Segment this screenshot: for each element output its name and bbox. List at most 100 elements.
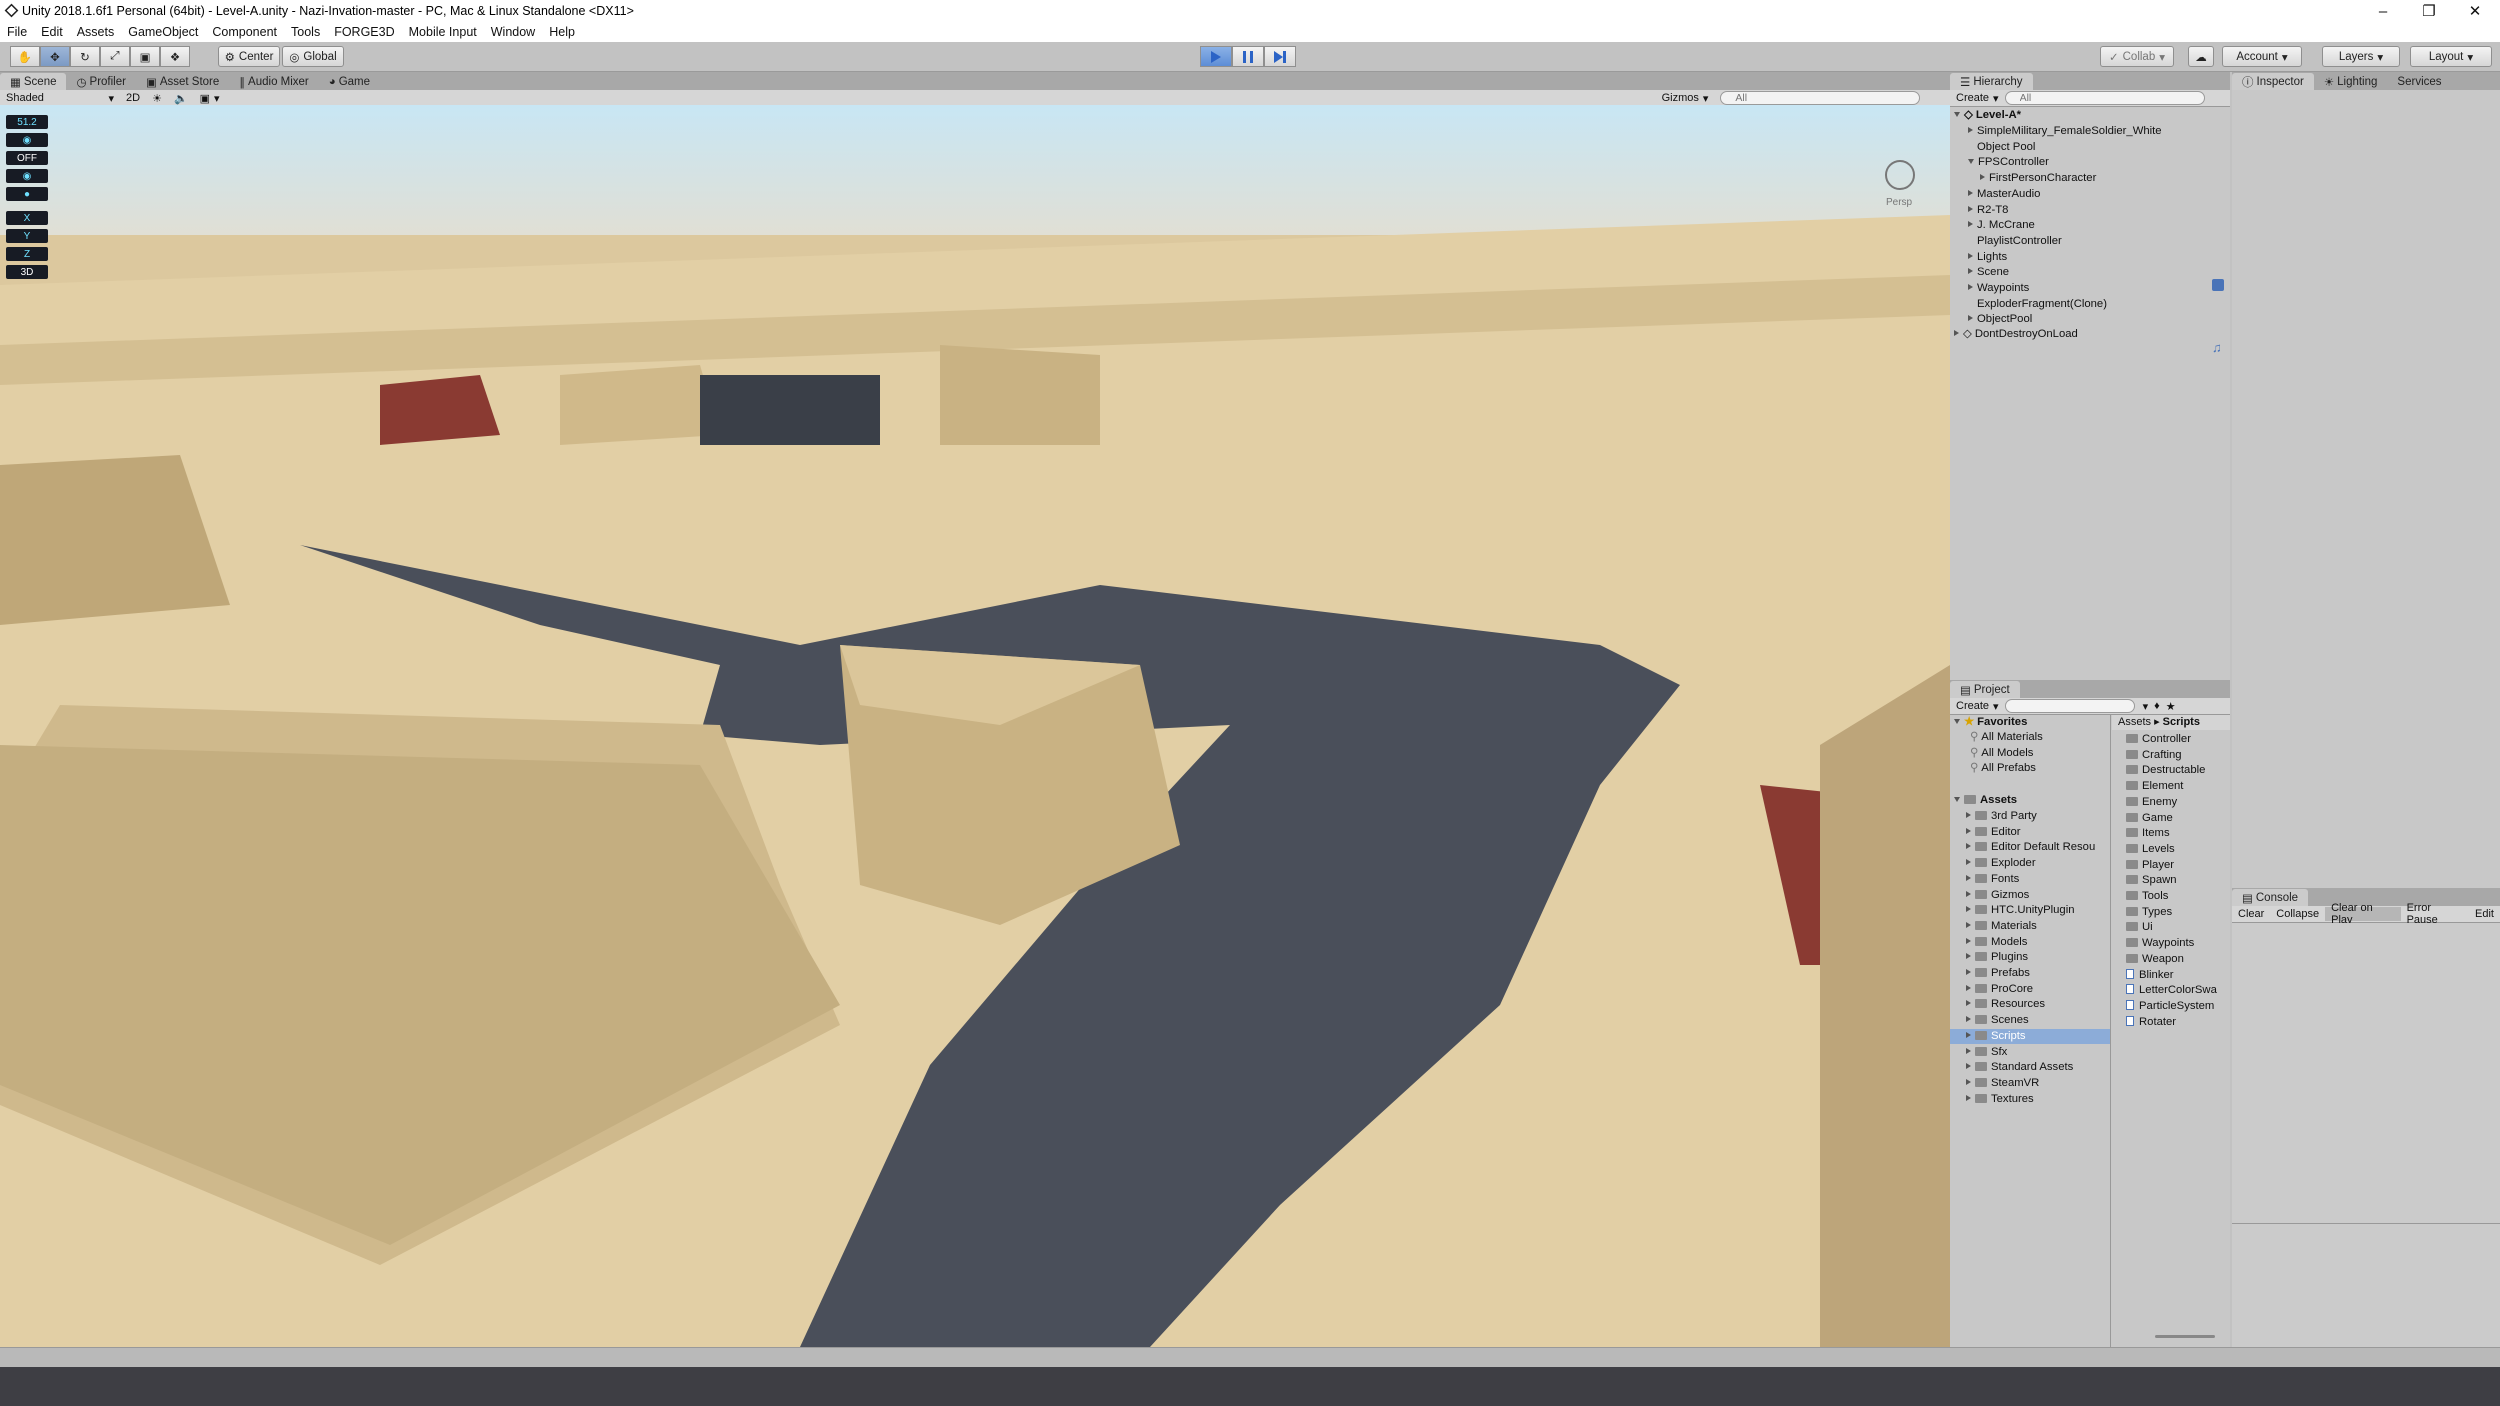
asset-folder[interactable]: Prefabs: [1950, 966, 2110, 982]
menu-component[interactable]: Component: [205, 25, 284, 39]
chevron-right-icon[interactable]: [1966, 906, 1971, 913]
script-folder[interactable]: Levels: [2126, 842, 2230, 858]
overlay-z-toggle[interactable]: Z: [6, 247, 48, 261]
asset-folder[interactable]: Models: [1950, 935, 2110, 951]
chevron-down-icon[interactable]: [1968, 159, 1974, 165]
script-folder[interactable]: Waypoints: [2126, 936, 2230, 952]
chevron-right-icon[interactable]: [1968, 315, 1973, 322]
layers-dropdown[interactable]: Layers ▾: [2322, 46, 2400, 67]
play-button[interactable]: [1200, 46, 1232, 67]
rotate-tool-button[interactable]: ↻: [70, 46, 100, 67]
menu-file[interactable]: File: [0, 25, 34, 39]
hierarchy-item[interactable]: Scene: [1968, 265, 2243, 281]
2d-toggle[interactable]: 2D: [120, 91, 146, 105]
chevron-right-icon[interactable]: [1966, 1016, 1971, 1023]
tab-audio-mixer[interactable]: ∥ Audio Mixer: [229, 73, 318, 90]
hierarchy-item[interactable]: MasterAudio: [1968, 187, 2243, 203]
asset-folder[interactable]: Textures: [1950, 1092, 2110, 1108]
asset-folder[interactable]: ProCore: [1950, 982, 2110, 998]
pause-button[interactable]: [1232, 46, 1264, 67]
script-file[interactable]: Rotater: [2126, 1015, 2230, 1031]
hierarchy-create-dropdown[interactable]: Create ▾: [1950, 91, 2005, 105]
scene-viewport[interactable]: 51.2 ◉ OFF ◉ ● X Y Z 3D Persp: [0, 105, 1950, 1347]
asset-folder[interactable]: Fonts: [1950, 872, 2110, 888]
tab-inspector[interactable]: ⓘ Inspector: [2232, 73, 2314, 90]
script-folder[interactable]: Tools: [2126, 889, 2230, 905]
script-folder[interactable]: Items: [2126, 826, 2230, 842]
chevron-right-icon[interactable]: [1966, 937, 1971, 944]
effects-dropdown[interactable]: ▣ ▾: [194, 91, 226, 105]
hierarchy-item[interactable]: PlaylistController: [1968, 234, 2243, 250]
console-log-area[interactable]: [2232, 923, 2500, 1347]
overlay-x-toggle[interactable]: X: [6, 211, 48, 225]
asset-folder[interactable]: HTC.UnityPlugin: [1950, 903, 2110, 919]
script-folder[interactable]: Spawn: [2126, 873, 2230, 889]
script-folder[interactable]: Element: [2126, 779, 2230, 795]
hierarchy-search-input[interactable]: [2004, 91, 2205, 105]
chevron-right-icon[interactable]: [1968, 205, 1973, 212]
menu-edit[interactable]: Edit: [34, 25, 70, 39]
account-dropdown[interactable]: Account ▾: [2222, 46, 2302, 67]
tab-scene[interactable]: ▦ Scene: [0, 73, 67, 90]
console-error-pause-toggle[interactable]: Error Pause: [2401, 902, 2469, 926]
asset-folder[interactable]: Plugins: [1950, 950, 2110, 966]
menu-tools[interactable]: Tools: [284, 25, 327, 39]
script-folder[interactable]: Weapon: [2126, 952, 2230, 968]
overlay-y-toggle[interactable]: Y: [6, 229, 48, 243]
script-folder[interactable]: Types: [2126, 905, 2230, 921]
tab-hierarchy[interactable]: ☰ Hierarchy: [1950, 73, 2033, 90]
chevron-right-icon[interactable]: [1966, 1063, 1971, 1070]
chevron-right-icon[interactable]: [1966, 1031, 1971, 1038]
chevron-right-icon[interactable]: [1966, 969, 1971, 975]
console-collapse-button[interactable]: Collapse: [2270, 907, 2325, 921]
asset-folder[interactable]: Materials: [1950, 919, 2110, 935]
tab-profiler[interactable]: ◷ Profiler: [66, 73, 135, 90]
asset-folder[interactable]: SteamVR: [1950, 1076, 2110, 1092]
hierarchy-item[interactable]: Object Pool: [1968, 140, 2243, 156]
chevron-right-icon[interactable]: [1968, 252, 1973, 259]
script-folder[interactable]: Player: [2126, 858, 2230, 874]
chevron-right-icon[interactable]: [1966, 827, 1971, 834]
hierarchy-item[interactable]: FirstPersonCharacter: [1980, 171, 2255, 187]
project-search-input[interactable]: [2004, 699, 2135, 713]
label-icon[interactable]: ♦: [2154, 700, 2160, 712]
chevron-right-icon[interactable]: [1966, 859, 1971, 866]
overlay-3d-toggle[interactable]: 3D: [6, 265, 48, 279]
asset-folder[interactable]: Resources: [1950, 997, 2110, 1013]
asset-folder[interactable]: Scenes: [1950, 1013, 2110, 1029]
hierarchy-item[interactable]: ObjectPool: [1968, 312, 2243, 328]
hierarchy-item[interactable]: Waypoints: [1968, 281, 2243, 297]
tab-console[interactable]: ▤ Console: [2232, 889, 2309, 906]
chevron-right-icon[interactable]: [1966, 890, 1971, 897]
move-tool-button[interactable]: ✥: [40, 46, 70, 67]
minimize-icon[interactable]: –: [2360, 0, 2406, 22]
asset-folder[interactable]: Exploder: [1950, 856, 2110, 872]
favorite-star-icon[interactable]: ★: [2166, 700, 2176, 713]
chevron-right-icon[interactable]: [1968, 221, 1973, 228]
hierarchy-item[interactable]: J. McCrane: [1968, 218, 2243, 234]
chevron-right-icon[interactable]: [1966, 921, 1971, 928]
hierarchy-item[interactable]: Lights: [1968, 250, 2243, 266]
layout-dropdown[interactable]: Layout ▾: [2410, 46, 2492, 67]
persp-label[interactable]: Persp: [1886, 197, 1912, 208]
script-folder[interactable]: Destructable: [2126, 763, 2230, 779]
chevron-right-icon[interactable]: [1966, 953, 1971, 960]
chevron-right-icon[interactable]: [1966, 1094, 1971, 1101]
tab-game[interactable]: ◕ Game: [319, 73, 380, 90]
chevron-right-icon[interactable]: [1968, 127, 1973, 133]
step-button[interactable]: [1264, 46, 1296, 67]
gizmos-dropdown[interactable]: Gizmos ▾: [1656, 91, 1715, 105]
icon-size-slider[interactable]: [2155, 1335, 2215, 1338]
script-folder[interactable]: Game: [2126, 811, 2230, 827]
project-create-dropdown[interactable]: Create ▾: [1950, 699, 2005, 713]
chevron-right-icon[interactable]: [1966, 812, 1971, 818]
hand-tool-button[interactable]: ✋: [10, 46, 40, 67]
asset-folder[interactable]: Editor Default Resou: [1950, 840, 2110, 856]
script-file[interactable]: LetterColorSwa: [2126, 983, 2230, 999]
script-folder[interactable]: Enemy: [2126, 795, 2230, 811]
menu-gameobject[interactable]: GameObject: [121, 25, 205, 39]
tab-lighting[interactable]: ☀ Lighting: [2314, 73, 2388, 90]
menu-assets[interactable]: Assets: [70, 25, 122, 39]
script-folder[interactable]: Crafting: [2126, 748, 2230, 764]
collab-button[interactable]: ✓ Collab ▾: [2100, 46, 2174, 67]
